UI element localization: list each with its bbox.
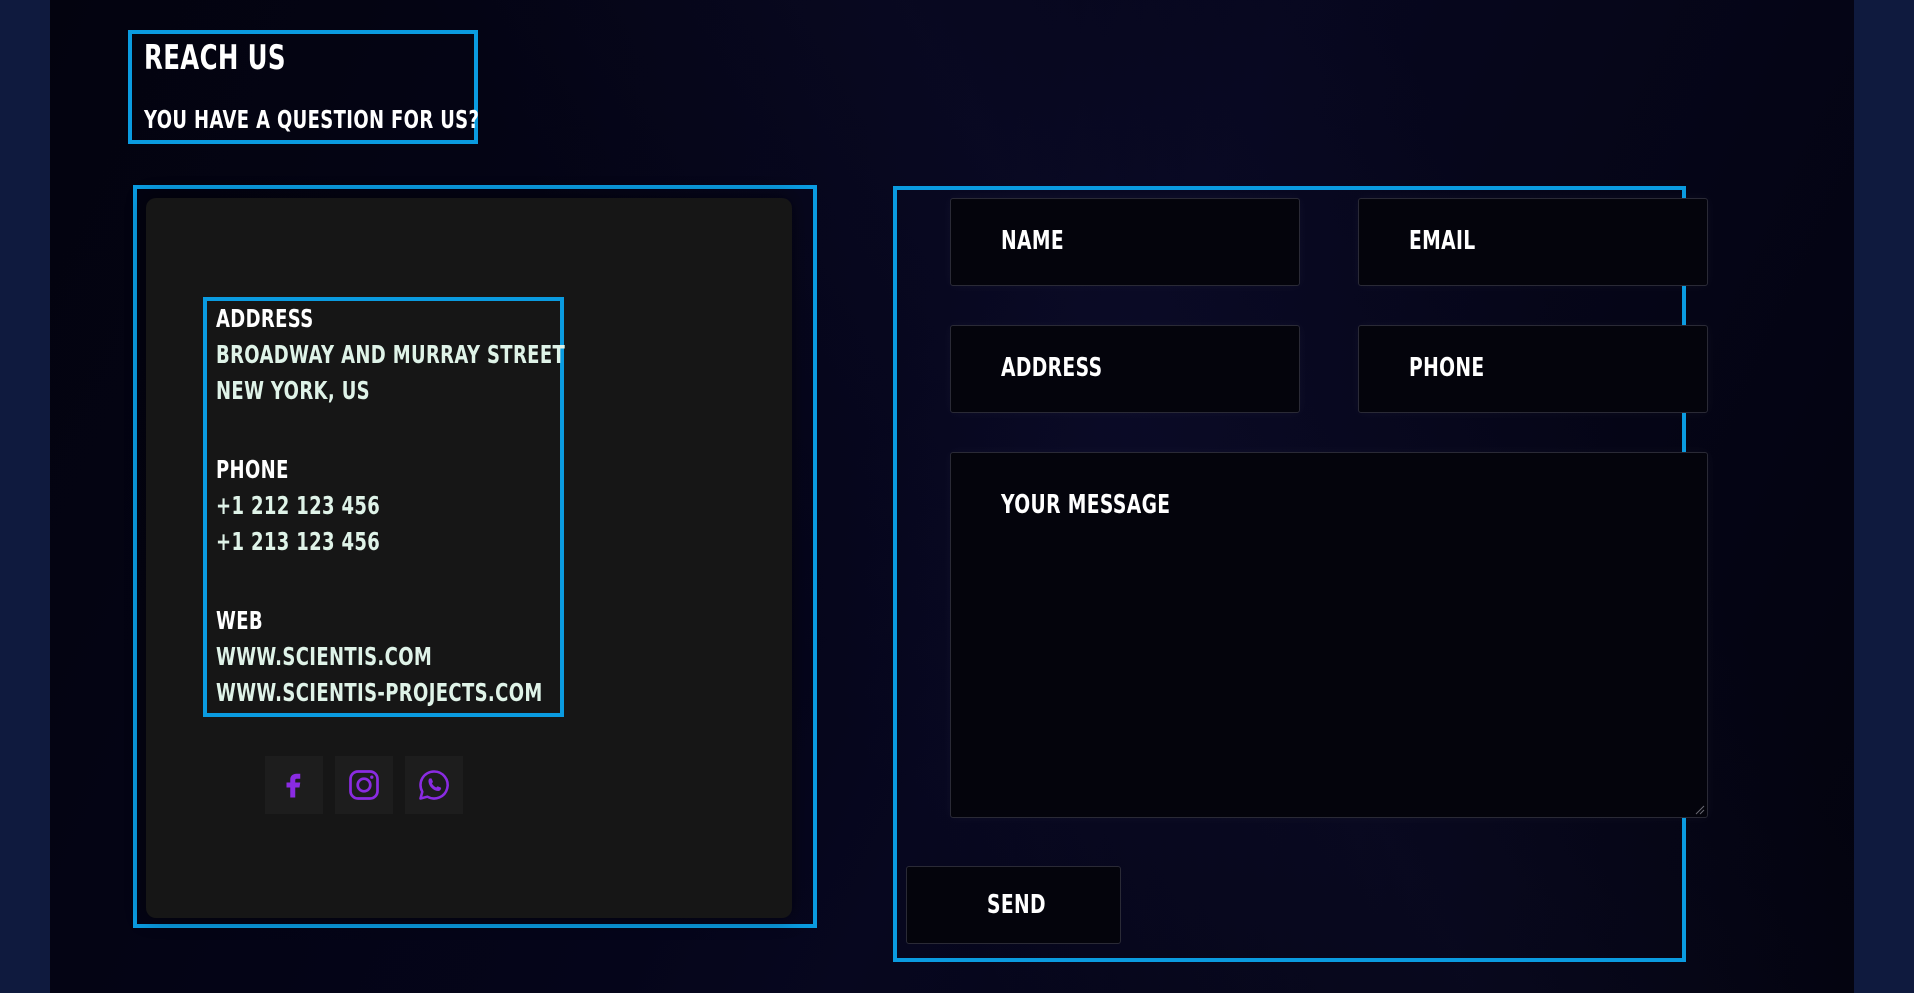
phone-number-1: +1 212 123 456 (216, 491, 381, 520)
phone-label: PHONE (216, 455, 289, 484)
section-subtitle: YOU HAVE A QUESTION FOR US? (144, 105, 480, 134)
message-placeholder: YOUR MESSAGE (1001, 490, 1171, 520)
facebook-icon (286, 773, 301, 798)
web-label: WEB (216, 606, 263, 635)
send-button-label: SEND (987, 890, 1046, 920)
address-line-1: BROADWAY AND MURRAY STREET (216, 340, 566, 369)
whatsapp-icon (419, 770, 449, 800)
section-title: REACH US (144, 38, 286, 78)
instagram-button[interactable] (335, 756, 393, 814)
address-placeholder: ADDRESS (1001, 353, 1103, 383)
website-link-2[interactable]: WWW.SCIENTIS-PROJECTS.COM (216, 678, 543, 707)
name-placeholder: NAME (1001, 226, 1065, 256)
instagram-icon (349, 770, 379, 800)
facebook-button[interactable] (265, 756, 323, 814)
whatsapp-button[interactable] (405, 756, 463, 814)
address-line-2: NEW YORK, US (216, 376, 370, 405)
phone-placeholder: PHONE (1409, 353, 1485, 383)
address-label: ADDRESS (216, 304, 314, 333)
resize-handle-icon[interactable] (1693, 803, 1705, 815)
email-placeholder: EMAIL (1409, 226, 1476, 256)
website-link-1[interactable]: WWW.SCIENTIS.COM (216, 642, 432, 671)
phone-number-2: +1 213 123 456 (216, 527, 381, 556)
